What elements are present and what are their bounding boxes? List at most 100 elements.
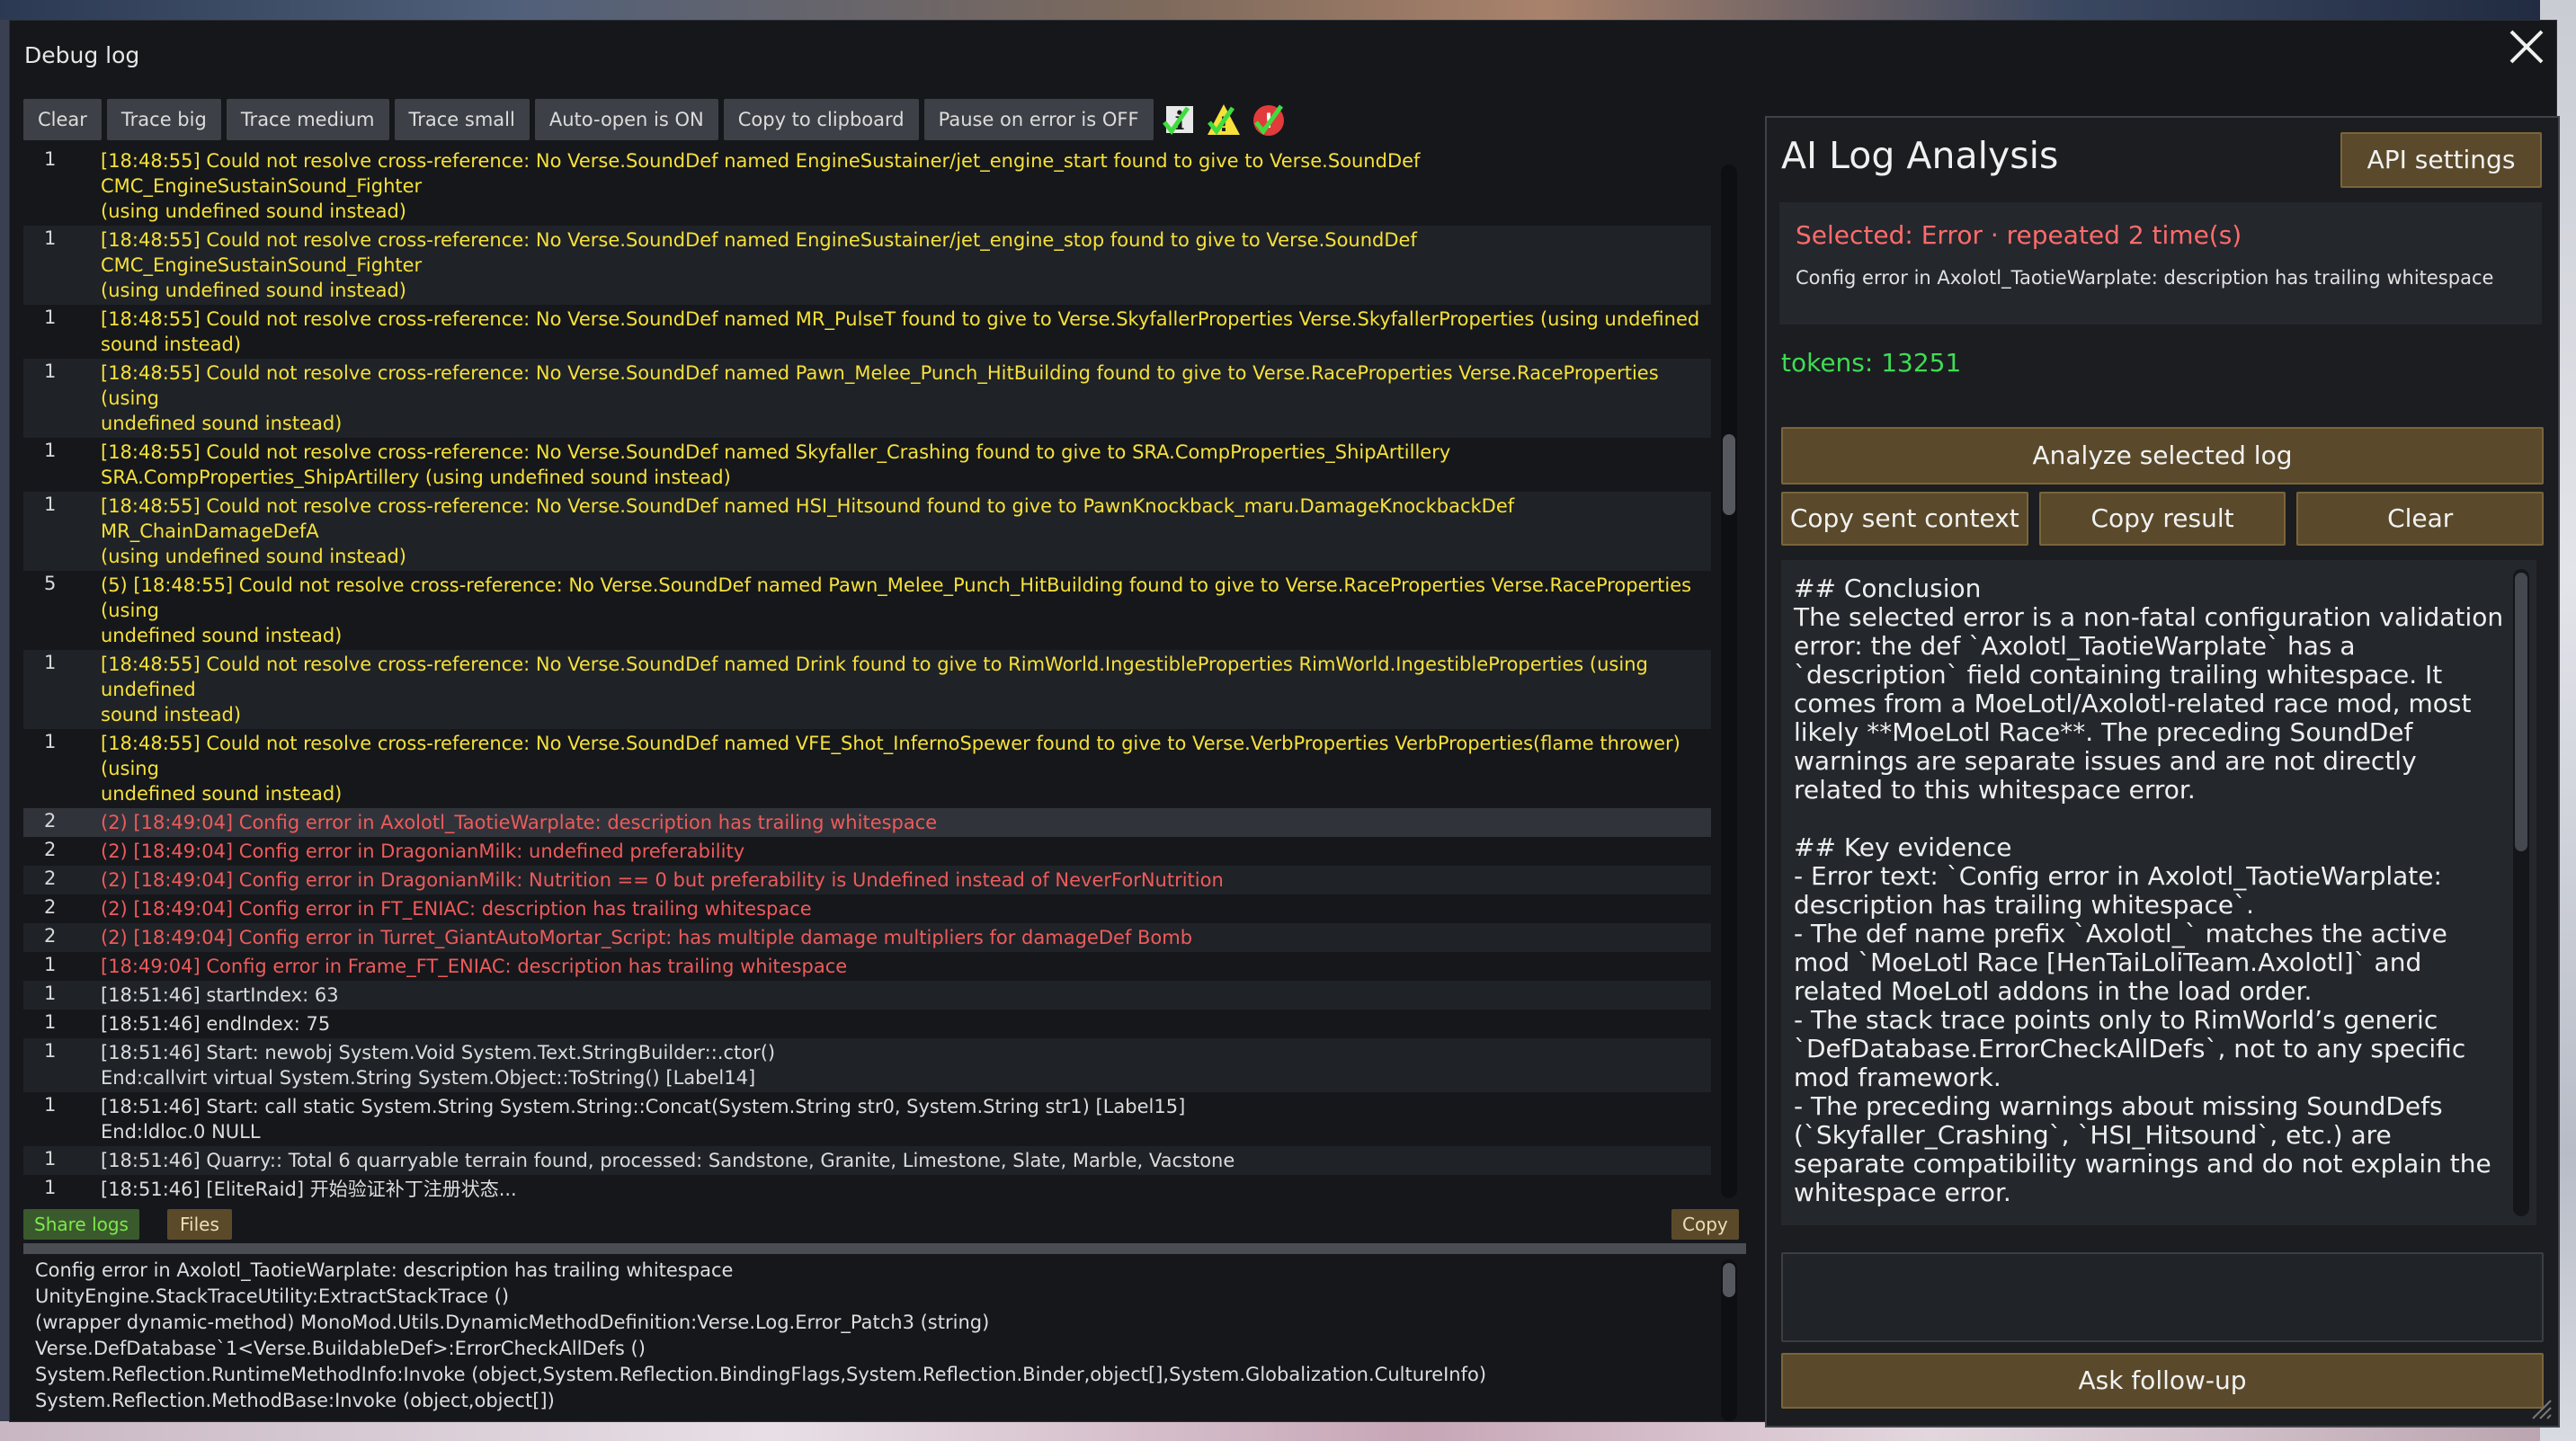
api-settings-button[interactable]: API settings (2340, 132, 2542, 188)
window-title: Debug log (24, 42, 140, 68)
log-row[interactable]: 2 (2) [18:49:04] Config error in Axolotl_… (23, 808, 1711, 837)
copy-result-button[interactable]: Copy result (2038, 492, 2286, 546)
log-row[interactable]: 1 [18:51:46] Start: call static System.St… (23, 1092, 1711, 1146)
analyze-selected-log-button[interactable]: Analyze selected log (1781, 427, 2544, 485)
trace-medium-button[interactable]: Trace medium (226, 99, 389, 140)
copy-sent-context-button[interactable]: Copy sent context (1781, 492, 2028, 546)
error-filter-icon[interactable]: ! (1249, 99, 1288, 140)
analysis-result-text: ## Conclusion The selected error is a no… (1794, 574, 2504, 1207)
log-row[interactable]: 1 [18:48:55] Could not resolve cross-refe… (23, 438, 1711, 492)
clear-button[interactable]: Clear (23, 99, 102, 140)
ai-log-analysis-panel: AI Log Analysis API settings Selected: E… (1765, 116, 2560, 1428)
analysis-result-box[interactable]: ## Conclusion The selected error is a no… (1781, 560, 2536, 1225)
trace-big-button[interactable]: Trace big (106, 99, 221, 140)
log-row-message: [18:51:46] endIndex: 75 (101, 1013, 331, 1035)
log-row[interactable]: 1 [18:51:46] Quarry:: Total 6 quarryable … (23, 1146, 1711, 1175)
copy-stacktrace-button[interactable]: Copy (1671, 1209, 1739, 1240)
log-row-message: [18:51:46] Start: call static System.Str… (101, 1096, 1186, 1143)
log-row-count: 1 (44, 148, 57, 170)
followup-input[interactable] (1781, 1252, 2544, 1342)
log-row-message: [18:51:46] [EliteRaid] 开始验证补丁注册状态... (101, 1179, 517, 1198)
log-row-message: (2) [18:49:04] Config error in Dragonian… (101, 841, 745, 862)
log-row[interactable]: 5 (5) [18:48:55] Could not resolve cross-… (23, 571, 1711, 650)
log-row-message: [18:51:46] startIndex: 63 (101, 984, 339, 1006)
log-row-count: 1 (44, 1011, 57, 1033)
log-row-message: [18:48:55] Could not resolve cross-refer… (101, 150, 1421, 222)
log-row-count: 2 (44, 867, 57, 889)
share-logs-button[interactable]: Share logs (23, 1209, 139, 1240)
log-row[interactable]: 2 (2) [18:49:04] Config error in Dragonia… (23, 866, 1711, 894)
log-row-count: 1 (44, 1148, 57, 1170)
debug-log-window: Debug log Clear Trace big Trace medium T… (9, 20, 2560, 1428)
selected-log-summary: Selected: Error · repeated 2 time(s) Con… (1779, 202, 2542, 325)
log-row-count: 1 (44, 1177, 57, 1198)
log-row-message: [18:48:55] Could not resolve cross-refer… (101, 308, 1700, 355)
log-row[interactable]: 1 [18:51:46] Start: newobj System.Void Sy… (23, 1038, 1711, 1092)
log-row-count: 5 (44, 573, 57, 594)
log-row[interactable]: 1 [18:51:46] [EliteRaid] 开始验证补丁注册状态... (23, 1175, 1711, 1198)
log-row[interactable]: 1 [18:51:46] endIndex: 75 (23, 1010, 1711, 1038)
analysis-result-scrollbar-thumb[interactable] (2515, 573, 2527, 851)
close-button[interactable] (2504, 26, 2549, 71)
log-row-count: 2 (44, 925, 57, 947)
log-row-message: [18:51:46] Quarry:: Total 6 quarryable t… (101, 1150, 1235, 1171)
log-row[interactable]: 1 [18:48:55] Could not resolve cross-refe… (23, 359, 1711, 438)
pause-on-error-toggle[interactable]: Pause on error is OFF (923, 99, 1154, 140)
log-row-count: 1 (44, 1040, 57, 1062)
log-row[interactable]: 1 [18:49:04] Config error in Frame_FT_ENI… (23, 952, 1711, 981)
toolbar: Clear Trace big Trace medium Trace small… (23, 98, 1288, 141)
ai-panel-title: AI Log Analysis (1781, 134, 2059, 177)
log-row[interactable]: 1 [18:48:55] Could not resolve cross-refe… (23, 650, 1711, 729)
stack-trace-scrollbar-thumb[interactable] (1723, 1263, 1735, 1297)
log-list[interactable]: 1 [18:48:55] Could not resolve cross-refe… (23, 147, 1711, 1198)
log-row[interactable]: 1 [18:51:46] startIndex: 63 (23, 981, 1711, 1010)
ai-action-buttons: Copy sent context Copy result Clear (1781, 492, 2545, 546)
log-row-count: 1 (44, 652, 57, 673)
token-count: tokens: 13251 (1781, 348, 1962, 378)
log-scrollbar-thumb[interactable] (1723, 434, 1735, 515)
log-row[interactable]: 2 (2) [18:49:04] Config error in Turret_G… (23, 923, 1711, 952)
log-row-count: 2 (44, 896, 57, 918)
log-row[interactable]: 2 (2) [18:49:04] Config error in FT_ENIAC… (23, 894, 1711, 923)
log-row-message: [18:49:04] Config error in Frame_FT_ENIA… (101, 956, 848, 977)
log-row[interactable]: 1 [18:48:55] Could not resolve cross-refe… (23, 147, 1711, 226)
clear-result-button[interactable]: Clear (2296, 492, 2545, 546)
log-row-message: (2) [18:49:04] Config error in Dragonian… (101, 869, 1224, 891)
stack-trace-scrollbar[interactable] (1721, 1259, 1737, 1421)
log-row-count: 1 (44, 440, 57, 461)
log-row-message: [18:48:55] Could not resolve cross-refer… (101, 733, 1680, 805)
log-row[interactable]: 1 [18:48:55] Could not resolve cross-refe… (23, 305, 1711, 359)
log-row-message: (2) [18:49:04] Config error in FT_ENIAC:… (101, 898, 812, 920)
log-row-count: 2 (44, 810, 57, 832)
selected-log-title: Selected: Error · repeated 2 time(s) (1796, 220, 2242, 250)
log-row[interactable]: 1 [18:48:55] Could not resolve cross-refe… (23, 492, 1711, 571)
log-row-count: 2 (44, 839, 57, 860)
trace-small-button[interactable]: Trace small (394, 99, 530, 140)
splitter-handle[interactable] (23, 1243, 1746, 1254)
log-row-count: 1 (44, 494, 57, 515)
stack-trace-text: Config error in Axolotl_TaotieWarplate: … (35, 1259, 1487, 1411)
log-row-message: (2) [18:49:04] Config error in Axolotl_T… (101, 812, 938, 833)
warning-filter-icon[interactable]: ! (1204, 99, 1243, 140)
files-button[interactable]: Files (167, 1209, 232, 1240)
log-row[interactable]: 1 [18:48:55] Could not resolve cross-refe… (23, 226, 1711, 305)
copy-to-clipboard-button[interactable]: Copy to clipboard (723, 99, 919, 140)
log-row-message: [18:48:55] Could not resolve cross-refer… (101, 441, 1451, 488)
resize-handle-icon[interactable] (2529, 1397, 2553, 1420)
log-row-count: 1 (44, 307, 57, 328)
log-row[interactable]: 1 [18:48:55] Could not resolve cross-refe… (23, 729, 1711, 808)
info-filter-icon[interactable]: i (1159, 99, 1199, 140)
log-row-message: [18:51:46] Start: newobj System.Void Sys… (101, 1042, 776, 1089)
log-scrollbar[interactable] (1721, 165, 1737, 1198)
log-row-message: (2) [18:49:04] Config error in Turret_Gi… (101, 927, 1193, 948)
auto-open-toggle[interactable]: Auto-open is ON (534, 99, 718, 140)
ask-followup-button[interactable]: Ask follow-up (1781, 1353, 2544, 1409)
log-row[interactable]: 2 (2) [18:49:04] Config error in Dragonia… (23, 837, 1711, 866)
background-scene-top (0, 0, 2576, 20)
log-row-count: 1 (44, 360, 57, 382)
log-row-count: 1 (44, 954, 57, 975)
log-row-count: 1 (44, 227, 57, 249)
log-row-message: (5) [18:48:55] Could not resolve cross-r… (101, 574, 1692, 646)
analysis-result-scrollbar[interactable] (2513, 569, 2529, 1216)
log-row-message: [18:48:55] Could not resolve cross-refer… (101, 362, 1659, 434)
